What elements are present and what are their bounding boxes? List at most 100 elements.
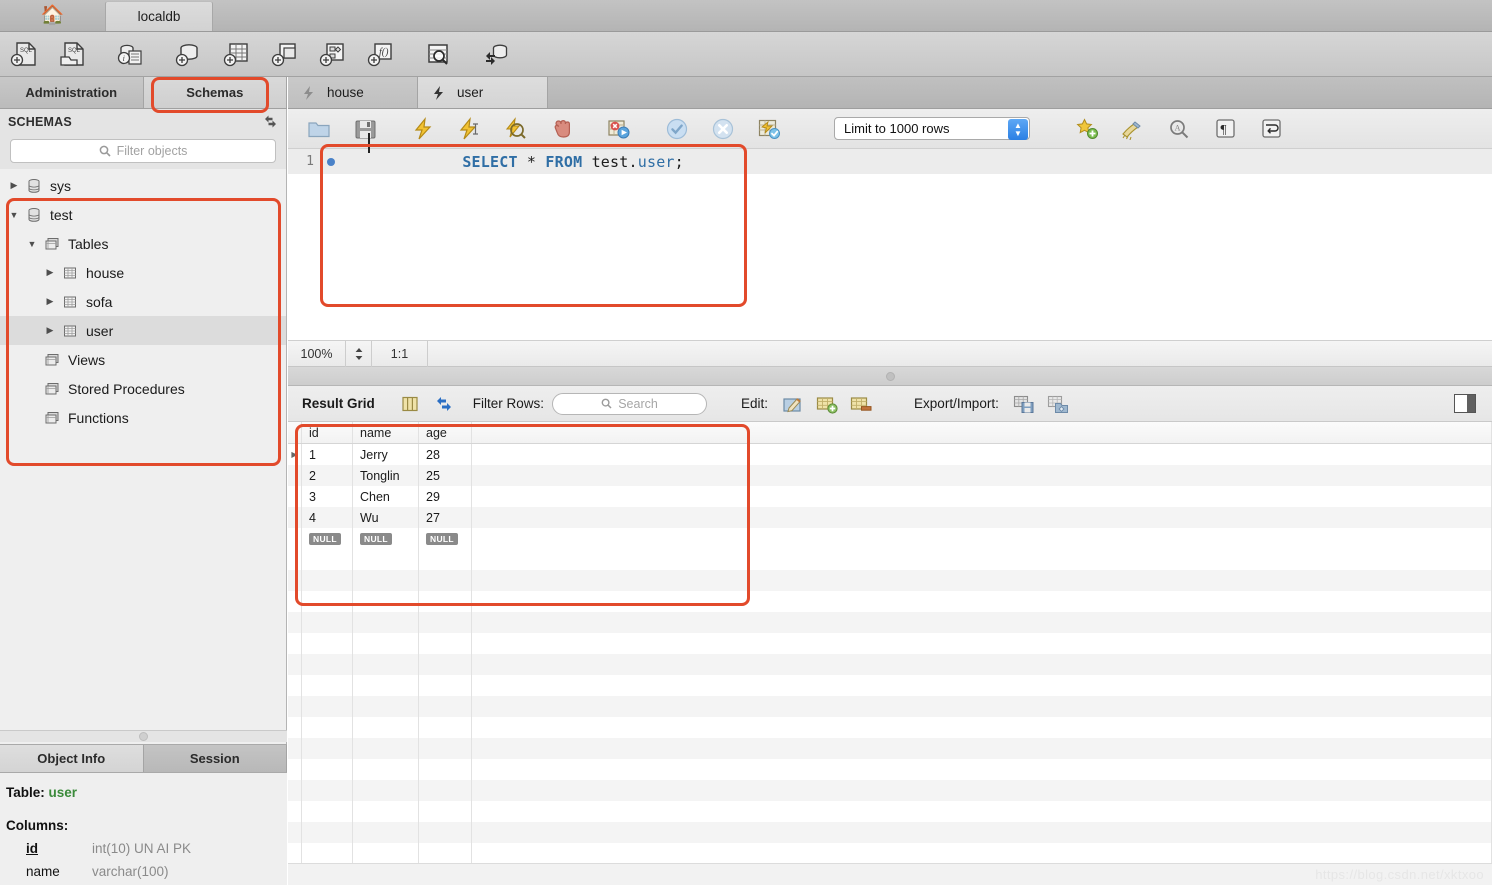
cell-empty[interactable] (302, 633, 353, 654)
cell-empty[interactable] (419, 549, 472, 570)
table-row-empty[interactable] (288, 843, 1492, 864)
cell-name-null[interactable]: NULL (353, 528, 419, 549)
cell-empty[interactable] (302, 801, 353, 822)
table-row-empty[interactable] (288, 549, 1492, 570)
cell-empty[interactable] (353, 633, 419, 654)
cell-empty[interactable] (353, 549, 419, 570)
table-row-empty[interactable] (288, 759, 1492, 780)
sidebar-splitter[interactable] (0, 730, 287, 742)
filter-rows-input[interactable]: Search (552, 392, 708, 415)
connection-tab-localdb[interactable]: localdb (105, 1, 213, 31)
cell-name[interactable]: Wu (353, 507, 419, 528)
beautify-sql-button[interactable] (1110, 112, 1156, 146)
cell-id[interactable]: 3 (302, 486, 353, 507)
cell-empty[interactable] (302, 612, 353, 633)
table-row-empty[interactable] (288, 717, 1492, 738)
cell-empty[interactable] (302, 654, 353, 675)
cell-empty[interactable] (472, 822, 1492, 843)
table-row-null[interactable]: NULL NULL NULL (288, 528, 1492, 549)
cell-empty[interactable] (353, 843, 419, 864)
cell-empty[interactable] (353, 759, 419, 780)
cell-empty[interactable] (419, 780, 472, 801)
home-button[interactable]: 🏠 (0, 0, 105, 31)
chevron-right-icon[interactable]: ▶ (6, 180, 22, 191)
table-row-empty[interactable] (288, 801, 1492, 822)
chevron-right-icon[interactable]: ▶ (42, 325, 58, 336)
table-row-empty[interactable] (288, 591, 1492, 612)
cell-id[interactable]: 4 (302, 507, 353, 528)
cell-empty[interactable] (302, 696, 353, 717)
cell-empty[interactable] (472, 717, 1492, 738)
tree-item-sofa[interactable]: ▶ sofa (0, 287, 286, 316)
chevron-right-icon[interactable]: ▶ (42, 267, 58, 278)
result-grid[interactable]: id name age ▶ 1 Jerry 28 2 Tonglin 25 3 … (288, 422, 1492, 885)
cell-id[interactable]: 1 (302, 444, 353, 465)
table-row-empty[interactable] (288, 654, 1492, 675)
cell-empty[interactable] (472, 696, 1492, 717)
cell-empty[interactable] (472, 780, 1492, 801)
cell-age[interactable]: 25 (419, 465, 472, 486)
column-header-name[interactable]: name (353, 422, 419, 443)
column-header-id[interactable]: id (302, 422, 353, 443)
tree-item-user[interactable]: ▶ user (0, 316, 286, 345)
column-header-age[interactable]: age (419, 422, 472, 443)
chevron-right-icon[interactable]: ▶ (42, 296, 58, 307)
cell-empty[interactable] (353, 738, 419, 759)
cell-empty[interactable] (472, 801, 1492, 822)
cell-empty[interactable] (419, 717, 472, 738)
table-row-empty[interactable] (288, 696, 1492, 717)
cell-age-null[interactable]: NULL (419, 528, 472, 549)
cell-empty[interactable] (472, 759, 1492, 780)
cell-empty[interactable] (302, 549, 353, 570)
chevron-down-icon[interactable]: ▼ (6, 210, 22, 220)
cell-empty[interactable] (419, 822, 472, 843)
cell-empty[interactable] (302, 675, 353, 696)
table-row[interactable]: 2 Tonglin 25 (288, 465, 1492, 486)
result-splitter[interactable] (288, 367, 1492, 386)
search-data-button[interactable] (414, 34, 462, 74)
tree-item-sys[interactable]: ▶ sys (0, 171, 286, 200)
tree-item-test[interactable]: ▼ test (0, 200, 286, 229)
table-row-empty[interactable] (288, 570, 1492, 591)
delete-row-button[interactable] (844, 390, 878, 418)
table-row-empty[interactable] (288, 675, 1492, 696)
table-row[interactable]: 3 Chen 29 (288, 486, 1492, 507)
zoom-stepper[interactable] (346, 340, 372, 367)
open-sql-script-button[interactable]: SQL (48, 34, 96, 74)
cell-empty[interactable] (419, 612, 472, 633)
limit-rows-select[interactable]: Limit to 1000 rows ▲ ▼ (834, 117, 1030, 140)
rollback-transaction-button[interactable] (700, 112, 746, 146)
reconnect-server-button[interactable] (472, 34, 520, 74)
cell-empty[interactable] (302, 843, 353, 864)
create-view-button[interactable] (260, 34, 308, 74)
sql-code-line[interactable]: 1 SELECT * FROM test.user; (288, 132, 1492, 174)
sql-code-text[interactable]: SELECT * FROM test.user; (344, 132, 684, 189)
cell-empty[interactable] (353, 717, 419, 738)
editor-tab-user[interactable]: user (418, 77, 548, 108)
tree-item-views[interactable]: ▶ Views (0, 345, 286, 374)
cell-empty[interactable] (419, 633, 472, 654)
info-tab-session[interactable]: Session (143, 745, 287, 772)
table-row-empty[interactable] (288, 738, 1492, 759)
edit-row-button[interactable] (776, 390, 810, 418)
cell-empty[interactable] (419, 675, 472, 696)
tree-item-house[interactable]: ▶ house (0, 258, 286, 287)
refresh-schemas-button[interactable] (263, 114, 278, 134)
scale-ratio-display[interactable]: 1:1 (372, 340, 428, 367)
limit-rows-stepper-icon[interactable]: ▲ ▼ (1008, 119, 1028, 140)
table-row-empty[interactable] (288, 780, 1492, 801)
cell-empty[interactable] (472, 612, 1492, 633)
cell-empty[interactable] (472, 675, 1492, 696)
cell-empty[interactable] (472, 591, 1492, 612)
grid-view-button[interactable] (393, 390, 427, 418)
table-row-empty[interactable] (288, 612, 1492, 633)
open-file-button[interactable] (296, 112, 342, 146)
cell-empty[interactable] (472, 549, 1492, 570)
cell-empty[interactable] (353, 675, 419, 696)
insert-row-button[interactable] (810, 390, 844, 418)
cell-empty[interactable] (419, 570, 472, 591)
cell-empty[interactable] (419, 696, 472, 717)
cell-empty[interactable] (472, 843, 1492, 864)
tree-item-stored-procedures[interactable]: ▶ Stored Procedures (0, 374, 286, 403)
save-snippet-button[interactable] (1064, 112, 1110, 146)
